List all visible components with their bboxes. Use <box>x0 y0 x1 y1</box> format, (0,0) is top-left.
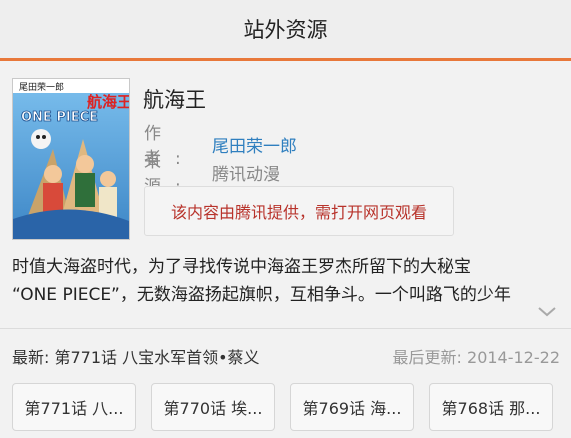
synopsis-line: “ONE PIECE”，无数海盗扬起旗帜，互相争斗。一个叫路飞的少年 <box>12 285 511 305</box>
section-divider <box>0 328 571 329</box>
cover-author-text: 尾田荣一郎 <box>19 81 64 93</box>
cover-image[interactable]: 尾田荣一郎 航海王 ONE PIECE <box>12 78 130 240</box>
open-webpage-notice-button[interactable]: 该内容由腾讯提供，需打开网页观看 <box>144 186 454 236</box>
expand-chevron-icon[interactable] <box>536 304 558 318</box>
synopsis: 时值大海盗时代，为了寻找传说中海盗王罗杰所留下的大秘宝 “ONE PIECE”，… <box>12 253 560 309</box>
header-accent-line <box>0 58 571 61</box>
page-title-bar: 站外资源 <box>0 0 571 58</box>
cover-logo-text: ONE PIECE <box>21 110 98 125</box>
chapter-button[interactable]: 第769话 海... <box>290 383 414 431</box>
chapter-button[interactable]: 第770话 埃... <box>151 383 275 431</box>
chapter-button[interactable]: 第771话 八... <box>12 383 136 431</box>
notice-text: 该内容由腾讯提供，需打开网页观看 <box>170 203 427 222</box>
last-updated-label: 最后更新: 2014-12-22 <box>392 348 560 367</box>
book-title: 航海王 <box>143 88 206 112</box>
cover-title-text: 航海王 <box>87 93 129 111</box>
latest-chapter-label: 最新: 第771话 八宝水军首领•蔡义 <box>12 348 260 367</box>
page-title: 站外资源 <box>243 18 328 42</box>
latest-chapter-row: 最新: 第771话 八宝水军首领•蔡义 最后更新: 2014-12-22 <box>12 343 560 369</box>
chapter-button[interactable]: 第768话 那... <box>429 383 553 431</box>
source-value: 腾讯动漫 <box>212 164 280 185</box>
chapter-list: 第771话 八... 第770话 埃... 第769话 海... 第768话 那… <box>12 383 560 431</box>
synopsis-line: 时值大海盗时代，为了寻找传说中海盗王罗杰所留下的大秘宝 <box>12 257 471 277</box>
